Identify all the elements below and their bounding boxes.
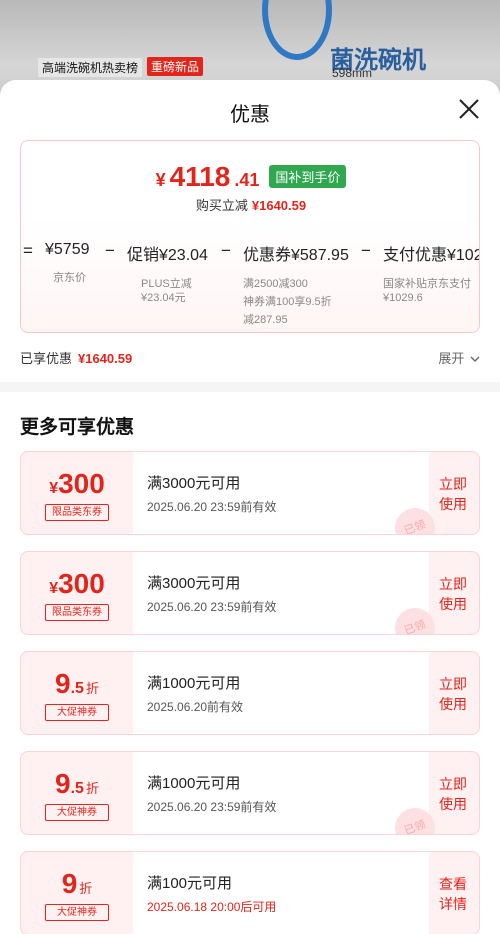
use-now-button[interactable]: 立即 使用 bbox=[427, 752, 479, 834]
subsidy-price-badge: 国补到手价 bbox=[269, 165, 347, 188]
price-currency: ¥ bbox=[155, 170, 166, 190]
button-line: 使用 bbox=[439, 696, 467, 712]
enjoyed-amount: ¥1640.59 bbox=[78, 351, 133, 366]
coupon-currency: ¥ bbox=[49, 580, 59, 597]
chevron-down-icon bbox=[470, 356, 480, 362]
term-sub: 减287.95 bbox=[243, 314, 288, 326]
coupon-validity: 2025.06.20 23:59前有效 bbox=[147, 500, 277, 514]
button-line: 使用 bbox=[439, 596, 467, 612]
term-sub: 神券满100享9.5折 bbox=[243, 296, 332, 308]
price-breakdown-card: ¥ 4118 .41 国补到手价 购买立减 ¥1640.59 = ¥5759 京东… bbox=[20, 140, 480, 333]
formula-operator: − bbox=[221, 241, 231, 260]
enjoyed-discount: 已享优惠 ¥1640.59 bbox=[20, 348, 132, 367]
formula-term-jd-price: ¥5759 京东价 bbox=[45, 241, 90, 287]
button-line: 立即 bbox=[439, 576, 467, 592]
coupon-type-tag: 限品类东券 bbox=[45, 504, 109, 521]
coupon-currency: ¥ bbox=[49, 480, 59, 497]
button-line: 使用 bbox=[439, 796, 467, 812]
coupon-value-decimal: .5 bbox=[70, 780, 84, 797]
coupon-condition: 满3000元可用 bbox=[147, 575, 241, 592]
button-line: 立即 bbox=[439, 476, 467, 492]
use-now-button[interactable]: 立即 使用 bbox=[427, 652, 479, 734]
coupon-card: 9折 大促神券 满100元可用 2025.06.18 20:00后可用 查看 详… bbox=[20, 851, 480, 934]
expand-button[interactable]: 展开 bbox=[438, 348, 480, 367]
term-sub: 京东价 bbox=[53, 272, 86, 284]
expand-label: 展开 bbox=[438, 351, 465, 366]
button-line: 立即 bbox=[439, 776, 467, 792]
term-sub: 满2500减300 bbox=[243, 278, 308, 290]
coupon-condition: 满100元可用 bbox=[147, 875, 233, 892]
coupon-value-area: ¥300 限品类东券 bbox=[21, 452, 133, 534]
button-line: 查看 bbox=[439, 876, 467, 892]
coupon-value-area: 9折 大促神券 bbox=[21, 852, 133, 934]
term-label: 支付优惠¥102 bbox=[383, 247, 480, 264]
close-icon bbox=[459, 99, 479, 119]
coupon-unit: 折 bbox=[79, 881, 93, 896]
price-integer: 4118 bbox=[169, 161, 231, 192]
formula-operator: − bbox=[105, 241, 115, 260]
coupon-condition: 满1000元可用 bbox=[147, 775, 241, 792]
button-line: 使用 bbox=[439, 496, 467, 512]
term-sub: ¥23.04元 bbox=[141, 292, 186, 304]
coupon-card: ¥300 限品类东券 满3000元可用 2025.06.20 23:59前有效 … bbox=[20, 551, 480, 635]
coupon-condition: 满3000元可用 bbox=[147, 475, 241, 492]
coupon-value: 300 bbox=[58, 468, 105, 499]
reduce-label: 购买立减 bbox=[195, 198, 248, 213]
coupon-type-tag: 大促神券 bbox=[45, 704, 109, 721]
coupon-value: 9 bbox=[55, 768, 71, 799]
coupon-value-area: ¥300 限品类东券 bbox=[21, 552, 133, 634]
button-line: 详情 bbox=[439, 896, 467, 912]
formula-term-coupon: 优惠券¥587.95 满2500减300 神券满100享9.5折 减287.95 bbox=[243, 241, 349, 329]
coupon-condition: 满1000元可用 bbox=[147, 675, 241, 692]
term-label: 促销¥23.04 bbox=[127, 247, 208, 264]
term-label: 优惠券¥587.95 bbox=[243, 247, 349, 264]
coupon-card: ¥300 限品类东券 满3000元可用 2025.06.20 23:59前有效 … bbox=[20, 451, 480, 535]
formula-term-promotion: 促销¥23.04 PLUS立减 ¥23.04元 bbox=[127, 241, 208, 307]
formula-operator: − bbox=[361, 241, 371, 260]
formula-operator: = bbox=[23, 241, 33, 260]
reduce-amount: ¥1640.59 bbox=[251, 198, 307, 213]
price-formula: = ¥5759 京东价 − 促销¥23.04 PLUS立减 ¥23.04元 − … bbox=[21, 241, 480, 331]
coupon-card: 9.5 折 大促神券 满1000元可用 2025.06.20前有效 立即 使用 bbox=[20, 651, 480, 735]
close-button[interactable] bbox=[456, 96, 482, 122]
section-divider bbox=[0, 382, 500, 392]
coupon-unit: 折 bbox=[85, 681, 99, 696]
instant-reduce-line: 购买立减 ¥1640.59 bbox=[21, 195, 479, 214]
coupon-type-tag: 大促神券 bbox=[45, 904, 109, 921]
coupon-unit: 折 bbox=[85, 781, 99, 796]
coupon-value: 300 bbox=[58, 568, 105, 599]
view-details-button[interactable]: 查看 详情 bbox=[427, 852, 479, 934]
coupon-value: 9 bbox=[61, 868, 78, 899]
term-label: ¥5759 bbox=[45, 241, 90, 258]
enjoyed-label: 已享优惠 bbox=[20, 351, 73, 366]
discount-sheet: 优惠 ¥ 4118 .41 国补到手价 购买立减 ¥1640.59 = ¥5759… bbox=[0, 80, 500, 934]
final-price: ¥ 4118 .41 国补到手价 bbox=[21, 161, 479, 193]
coupon-type-tag: 大促神券 bbox=[45, 804, 109, 821]
coupon-type-tag: 限品类东券 bbox=[45, 604, 109, 621]
coupon-validity: 2025.06.18 20:00后可用 bbox=[147, 900, 277, 914]
use-now-button[interactable]: 立即 使用 bbox=[427, 552, 479, 634]
coupon-value: 9 bbox=[55, 668, 71, 699]
banner-spec-text: 598mm bbox=[332, 66, 373, 80]
coupon-card: 9.5 折 大促神券 满1000元可用 2025.06.20 23:59前有效 已… bbox=[20, 751, 480, 835]
more-discounts-title: 更多可享优惠 bbox=[20, 417, 135, 438]
button-line: 立即 bbox=[439, 676, 467, 692]
coupon-value-decimal: .5 bbox=[70, 680, 84, 697]
coupon-value-area: 9.5 折 大促神券 bbox=[21, 652, 133, 734]
banner-new-tag: 重磅新品 bbox=[147, 57, 204, 76]
use-now-button[interactable]: 立即 使用 bbox=[427, 452, 479, 534]
price-decimal: .41 bbox=[234, 170, 260, 190]
coupon-validity: 2025.06.20 23:59前有效 bbox=[147, 800, 277, 814]
brand-ring-graphic bbox=[262, 0, 332, 60]
sheet-title: 优惠 bbox=[230, 102, 270, 126]
coupon-validity: 2025.06.20 23:59前有效 bbox=[147, 600, 277, 614]
coupon-value-area: 9.5 折 大促神券 bbox=[21, 752, 133, 834]
formula-term-payment: 支付优惠¥102 国家补贴京东支付 ¥1029.6 bbox=[383, 241, 480, 307]
banner-rank-tag: 高端洗碗机热卖榜 bbox=[38, 58, 143, 77]
coupon-validity: 2025.06.20前有效 bbox=[147, 700, 244, 714]
